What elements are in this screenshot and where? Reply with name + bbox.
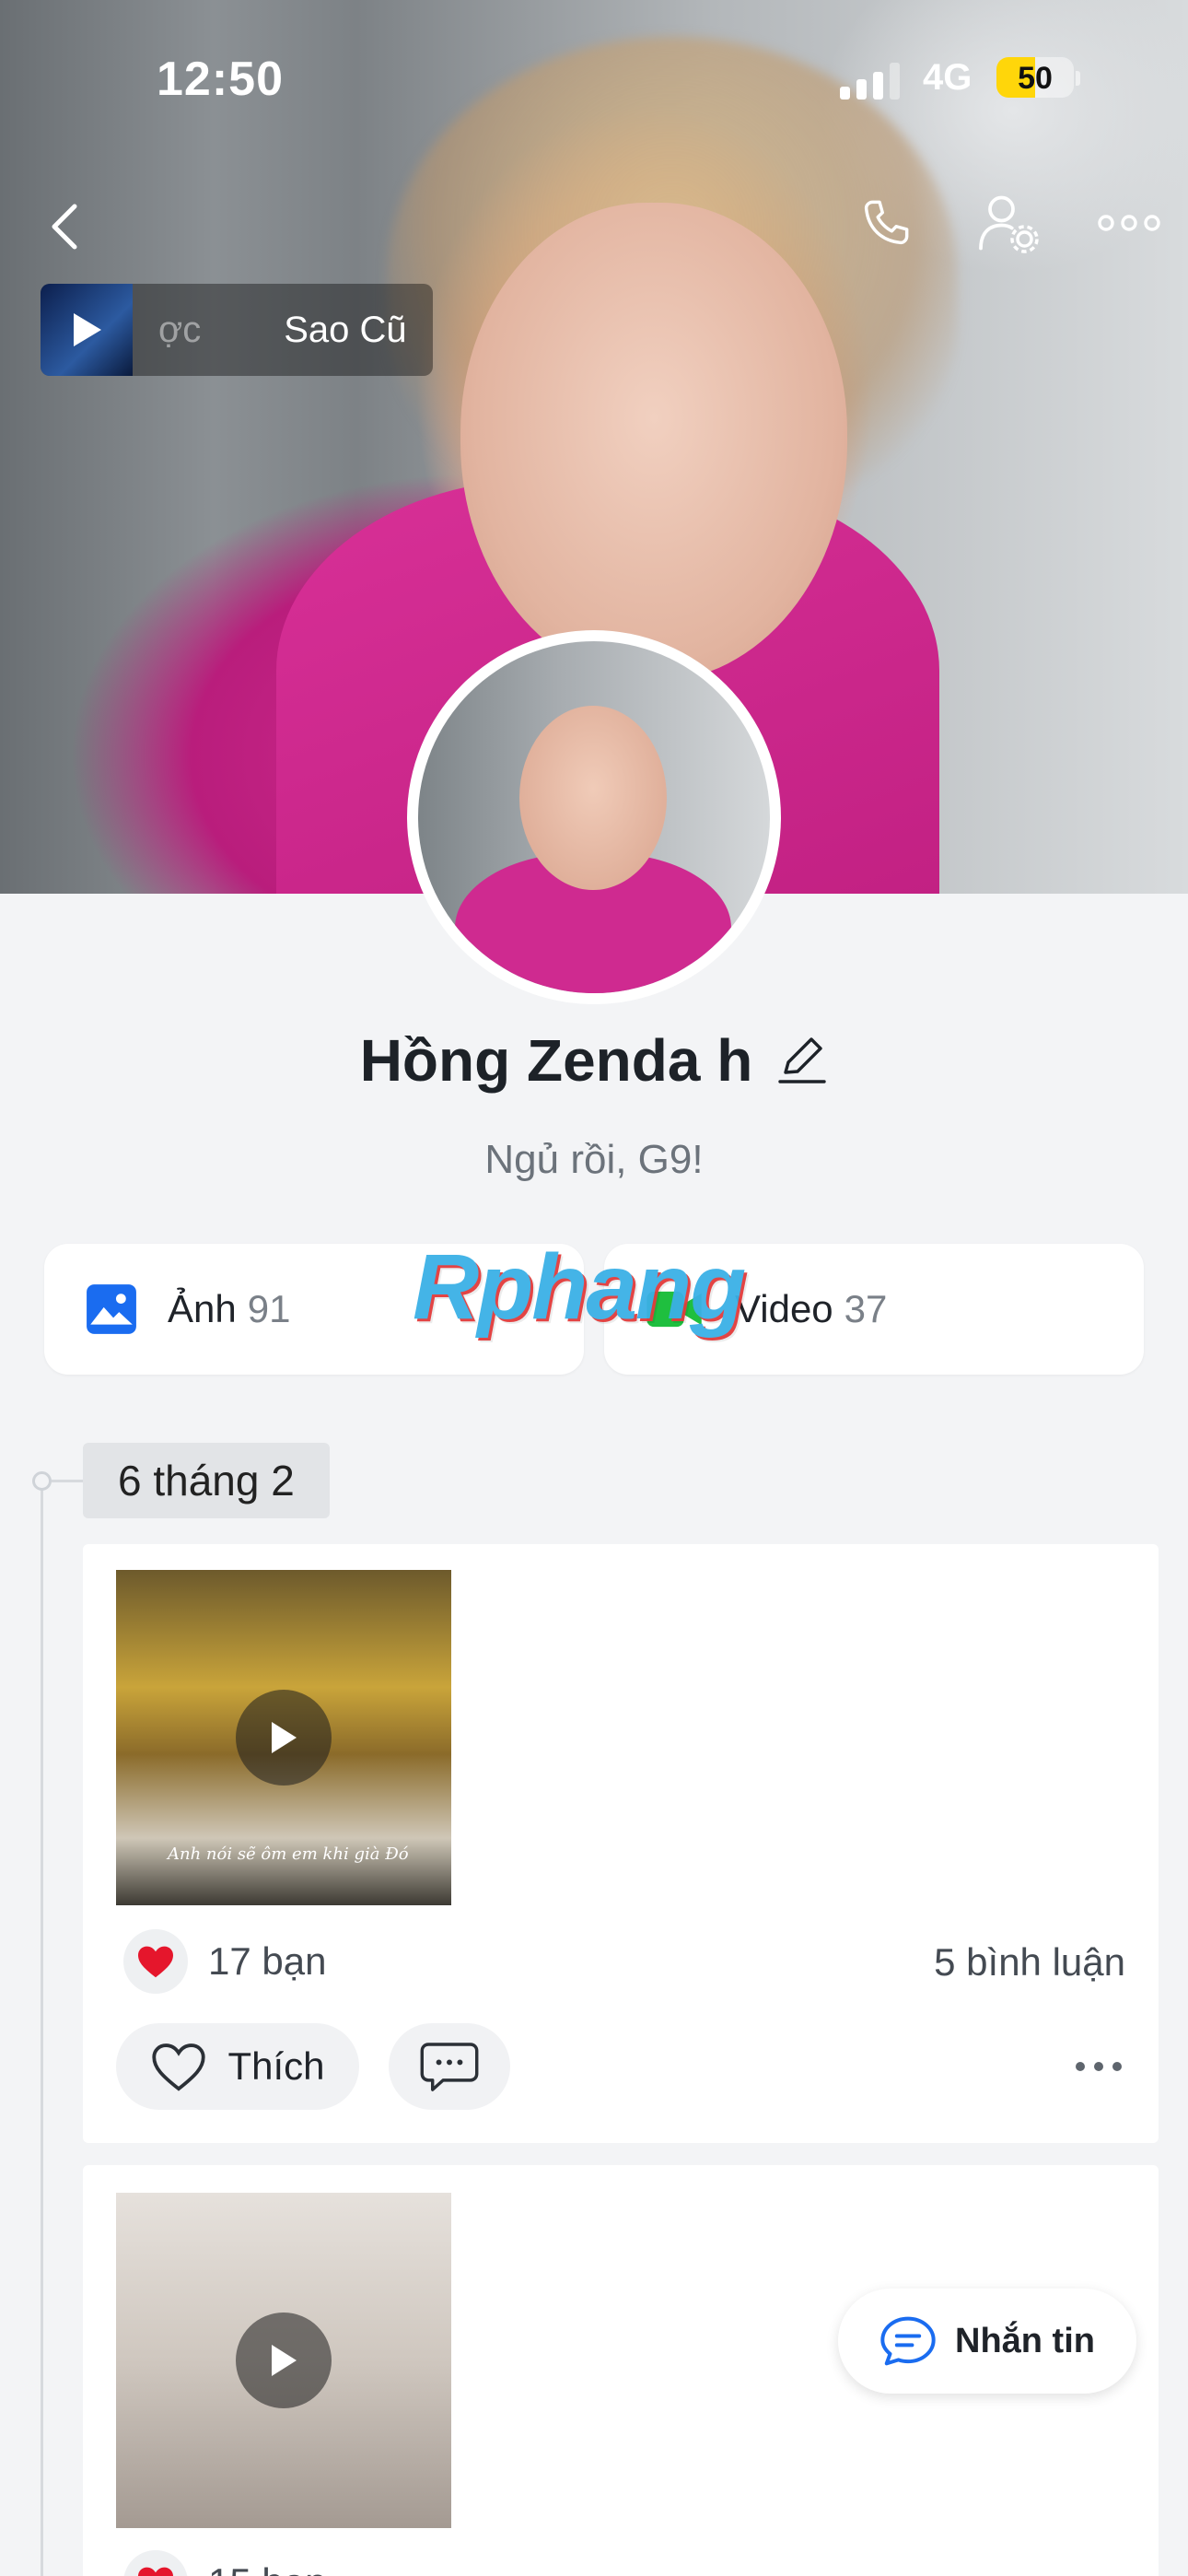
avatar-face bbox=[519, 706, 667, 890]
video-caption: Anh nói sẽ ôm em khi già Đó bbox=[168, 1844, 409, 1864]
edit-pencil-icon[interactable] bbox=[776, 1034, 828, 1087]
comment-icon bbox=[420, 2043, 479, 2091]
heart-icon bbox=[138, 1946, 173, 1978]
signal-icon bbox=[840, 63, 900, 100]
like-label: Thích bbox=[227, 2044, 325, 2088]
play-button[interactable] bbox=[236, 2313, 332, 2408]
like-button[interactable]: Thích bbox=[116, 2023, 359, 2110]
more-dot bbox=[1076, 2062, 1085, 2071]
send-message-button[interactable]: Nhắn tin bbox=[838, 2289, 1136, 2394]
play-button[interactable] bbox=[236, 1690, 332, 1786]
post-video-thumbnail[interactable] bbox=[116, 2193, 451, 2528]
photos-label: Ảnh bbox=[168, 1287, 237, 1330]
heart-reaction-badge bbox=[123, 2550, 188, 2576]
network-type: 4G bbox=[923, 57, 973, 98]
timeline-date: 6 tháng 2 bbox=[83, 1443, 330, 1518]
music-title-right: Sao Cũ bbox=[284, 309, 407, 350]
music-title-left: ợc bbox=[158, 309, 202, 350]
profile-status: Ngủ rồi, G9! bbox=[484, 1137, 704, 1182]
timeline-connector bbox=[52, 1480, 83, 1482]
watermark-logo: Rphang bbox=[413, 1235, 746, 1339]
back-button[interactable] bbox=[28, 190, 101, 263]
avatar-image bbox=[418, 641, 770, 993]
call-button[interactable] bbox=[847, 184, 925, 262]
battery-cap bbox=[1076, 71, 1080, 86]
timeline-line bbox=[41, 1480, 43, 2576]
user-settings-icon bbox=[979, 195, 1039, 253]
timeline-dot bbox=[32, 1471, 52, 1491]
cover-face bbox=[460, 203, 847, 682]
profile-music-player[interactable]: ợc Sao Cũ bbox=[41, 284, 433, 376]
post-more-button[interactable] bbox=[1076, 2062, 1122, 2071]
profile-name: Hồng Zenda h bbox=[359, 1027, 753, 1094]
avatar[interactable] bbox=[407, 630, 781, 1004]
more-horizontal-icon bbox=[1098, 215, 1160, 231]
phone-icon bbox=[864, 200, 909, 245]
music-title: ợc Sao Cũ bbox=[133, 310, 407, 351]
videos-label: Video bbox=[735, 1287, 833, 1330]
timeline-post: Anh nói sẽ ôm em khi già Đó 17 bạn 5 bìn… bbox=[83, 1544, 1159, 2143]
send-message-label: Nhắn tin bbox=[955, 2321, 1095, 2360]
profile-settings-button[interactable] bbox=[967, 184, 1050, 262]
heart-icon bbox=[138, 2567, 173, 2576]
play-icon[interactable] bbox=[68, 310, 105, 350]
chevron-left-icon bbox=[52, 204, 77, 250]
post-likes[interactable]: 17 bạn bbox=[123, 1929, 326, 1994]
heart-outline-icon bbox=[152, 2043, 206, 2091]
battery-icon: 50 bbox=[996, 57, 1074, 98]
photos-count: 91 bbox=[247, 1287, 291, 1330]
play-icon bbox=[272, 1722, 297, 1753]
chat-bubble-icon bbox=[880, 2316, 936, 2366]
status-time: 12:50 bbox=[157, 53, 284, 106]
battery-percent: 50 bbox=[1018, 61, 1053, 96]
post-likes[interactable]: 15 bạn bbox=[123, 2550, 326, 2576]
comments-count[interactable]: 5 bình luận bbox=[934, 1940, 1125, 1985]
more-dot bbox=[1112, 2062, 1122, 2071]
likes-count: 15 bạn bbox=[208, 2560, 326, 2576]
play-icon bbox=[272, 2345, 297, 2376]
comment-button[interactable] bbox=[389, 2023, 510, 2110]
heart-reaction-badge bbox=[123, 1929, 188, 1994]
more-options-button[interactable] bbox=[1087, 197, 1171, 249]
profile-name-row: Hồng Zenda h bbox=[0, 1026, 1188, 1095]
more-dot bbox=[1094, 2062, 1103, 2071]
music-cover bbox=[41, 284, 133, 376]
photo-icon bbox=[87, 1284, 136, 1334]
post-video-thumbnail[interactable]: Anh nói sẽ ôm em khi già Đó bbox=[116, 1570, 451, 1905]
status-bar: 12:50 4G 50 bbox=[0, 0, 1188, 157]
videos-count: 37 bbox=[844, 1287, 888, 1330]
likes-count: 17 bạn bbox=[208, 1939, 327, 1983]
